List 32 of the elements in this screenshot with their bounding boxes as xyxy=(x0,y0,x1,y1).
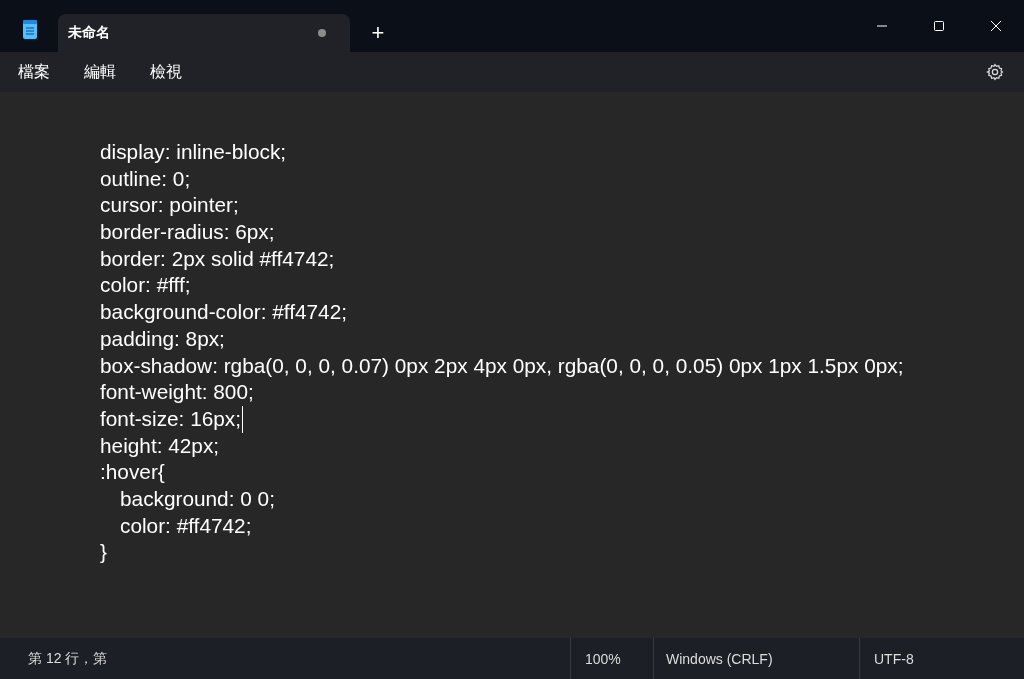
code-line: height: 42px; xyxy=(100,432,221,459)
close-icon[interactable] xyxy=(989,20,1002,32)
code-line: box-shadow: rgba(0, 0, 0, 0.07) 0px 2px 4px 0px, rgba(0, 0, 0, 0.05) 0px 1px 1.5px 0px; xyxy=(100,352,905,379)
code-line: padding: 8px; xyxy=(100,325,226,352)
menu-item[interactable]: 檔案 xyxy=(8,57,60,87)
settings-icon[interactable] xyxy=(986,63,1004,81)
maximize-icon[interactable] xyxy=(932,20,945,32)
notepad-icon xyxy=(22,20,38,40)
menu-item[interactable]: 編輯 xyxy=(74,57,126,87)
code-line: cursor: pointer; xyxy=(100,192,240,219)
text-editor[interactable] xyxy=(0,92,1024,638)
tab-title: 未命名 xyxy=(68,24,111,42)
code-line: outline: 0; xyxy=(100,165,192,192)
code-line: :hover{ xyxy=(100,459,166,486)
code-line: color: #fff; xyxy=(100,272,192,299)
code-line: background-color: #ff4742; xyxy=(100,299,349,326)
code-line: border: 2px solid #ff4742; xyxy=(100,245,336,272)
encoding[interactable]: UTF-8 xyxy=(859,638,1024,679)
zoom-level[interactable]: 100% xyxy=(570,638,653,679)
code-line: font-size: 16px; xyxy=(100,405,244,433)
new-tab-button[interactable]: + xyxy=(350,14,406,52)
code-line: display: inline-block; xyxy=(100,139,288,165)
cursor-position: 第 12 行，第 xyxy=(28,649,108,668)
code-line: color: #ff4742; xyxy=(120,512,253,539)
document-tab[interactable]: 未命名 xyxy=(58,14,350,52)
menu-item[interactable]: 檢視 xyxy=(140,57,192,87)
code-line: font-weight: 800; xyxy=(100,379,255,406)
code-line: background: 0 0; xyxy=(120,485,276,512)
unsaved-dot-icon xyxy=(318,29,326,37)
code-line: border-radius: 6px; xyxy=(100,219,276,246)
line-ending[interactable]: Windows (CRLF) xyxy=(653,638,859,679)
code-line: } xyxy=(100,539,108,566)
